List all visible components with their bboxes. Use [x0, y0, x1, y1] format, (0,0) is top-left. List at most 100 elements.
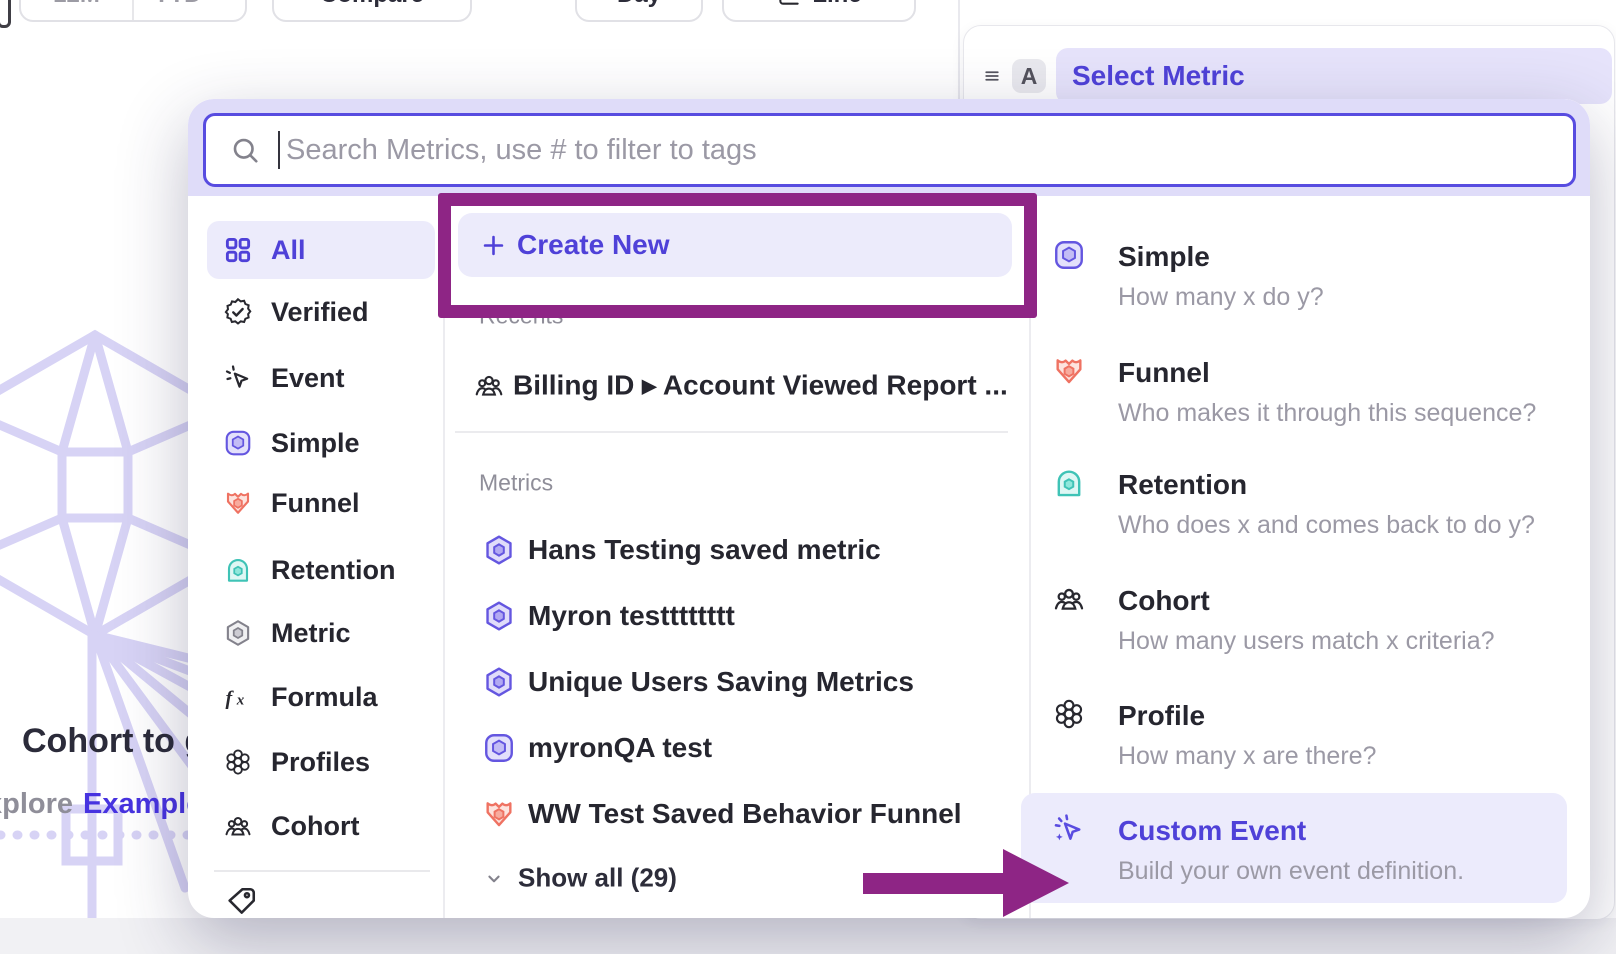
saved-metric-label: Myron testttttttt [528, 600, 735, 632]
metric-type-description: How many users match x criteria? [1118, 621, 1495, 662]
date-range-segmented-control: 12M YTD [19, 0, 247, 22]
metric-type-item[interactable]: Funnel Who makes it through this sequenc… [1052, 353, 1567, 434]
saved-metric-label: myronQA test [528, 732, 712, 764]
cohort-icon [473, 369, 505, 401]
sidebar-filter-item[interactable]: Profiles [207, 733, 435, 791]
custom-event-icon [1052, 812, 1086, 846]
metric-type-description: How many x do y? [1118, 277, 1324, 318]
sidebar-filter-item[interactable]: fx Formula [207, 668, 435, 726]
metrics-header: Metrics [479, 470, 553, 497]
create-new-button[interactable]: Create New [458, 213, 1012, 277]
metric-type-description: Who does x and comes back to do y? [1118, 505, 1535, 546]
screen: Cohort to ge xploreExample 12M YTD Compa… [0, 0, 1616, 954]
search-box [203, 113, 1576, 187]
search-icon [230, 135, 260, 165]
chevron-down-icon [210, 0, 226, 3]
metric-type-item[interactable]: Retention Who does x and comes back to d… [1052, 465, 1567, 546]
metric-purple-icon [482, 665, 516, 699]
clipped-button-fragment [0, 0, 11, 28]
metric-type-title: Cohort [1118, 581, 1495, 621]
show-all-button[interactable]: Show all (29) [483, 863, 677, 894]
saved-metric-label: Hans Testing saved metric [528, 534, 881, 566]
recents-header: Recents [479, 303, 563, 330]
metric-purple-icon [482, 533, 516, 567]
simple-icon [223, 428, 253, 458]
sidebar-section-divider [214, 870, 430, 872]
metric-icon [223, 618, 253, 648]
sidebar-filter-item[interactable]: Funnel [207, 474, 435, 532]
metric-type-title: Retention [1118, 465, 1535, 505]
metric-type-item[interactable]: Profile How many x are there? [1052, 696, 1567, 777]
day-label: Day [617, 0, 661, 9]
sidebar-filter-item[interactable]: Cohort [207, 797, 435, 855]
metric-purple-icon [482, 599, 516, 633]
metric-type-item[interactable]: Custom Event Build your own event defini… [1052, 811, 1567, 892]
range-ytd-label: YTD [154, 0, 202, 9]
metric-type-title: Funnel [1118, 353, 1536, 393]
compare-button[interactable]: Compare [272, 0, 472, 22]
text-caret [278, 131, 280, 169]
cohort-icon [223, 811, 253, 841]
retention-icon [223, 555, 253, 585]
metric-type-item[interactable]: Simple How many x do y? [1052, 237, 1567, 318]
cohort-icon [1052, 582, 1086, 616]
sidebar-filter-item[interactable]: Retention [207, 541, 435, 599]
saved-metric-item[interactable]: Unique Users Saving Metrics [482, 665, 914, 699]
sidebar-filter-label: Metric [271, 618, 351, 649]
metric-type-description: Who makes it through this sequence? [1118, 393, 1536, 434]
recent-item[interactable]: Billing ID ▸ Account Viewed Report ... [473, 369, 1008, 402]
chevron-down-icon [483, 867, 505, 889]
create-new-label: Create New [517, 229, 670, 261]
formula-icon: fx [223, 682, 253, 712]
sidebar-filter-item[interactable]: Verified [207, 283, 435, 341]
metric-picker-modal: All Verified Event Simple Funnel Retenti… [188, 99, 1590, 918]
saved-metric-label: Unique Users Saving Metrics [528, 666, 914, 698]
sidebar-filter-item[interactable]: All [207, 221, 435, 279]
background-explore-line: xplore Example [0, 788, 202, 821]
metric-type-item[interactable]: Cohort How many users match x criteria? [1052, 581, 1567, 662]
recent-item-label: Billing ID ▸ Account Viewed Report ... [513, 369, 1008, 402]
range-12m-button[interactable]: 12M [21, 0, 132, 20]
funnel-icon [1052, 354, 1086, 388]
metric-type-title: Custom Event [1118, 811, 1464, 851]
saved-metric-item[interactable]: WW Test Saved Behavior Funnel [482, 797, 962, 831]
simple-icon [1052, 238, 1086, 272]
compare-label: Compare [320, 0, 424, 9]
drag-handle-icon[interactable] [982, 66, 1002, 86]
range-ytd-button[interactable]: YTD [132, 0, 245, 20]
sidebar-filter-label: Formula [271, 682, 378, 713]
example-link[interactable]: Example [83, 788, 202, 820]
sidebar-filter-label: Funnel [271, 488, 360, 519]
saved-metric-item[interactable]: Hans Testing saved metric [482, 533, 881, 567]
svg-text:f: f [226, 688, 235, 710]
metric-type-description: Build your own event definition. [1118, 851, 1464, 892]
explore-prefix-fragment: xplore [0, 788, 73, 820]
series-a-label: A [1021, 63, 1038, 90]
sidebar-filter-label: Cohort [271, 811, 359, 842]
saved-metric-item[interactable]: Myron testttttttt [482, 599, 735, 633]
saved-metric-item[interactable]: myronQA test [482, 731, 712, 765]
select-metric-label: Select Metric [1072, 60, 1245, 92]
funnel-icon [482, 797, 516, 831]
sidebar-filter-item[interactable]: Event [207, 349, 435, 407]
sidebar-filter-label: Simple [271, 428, 360, 459]
retention-icon [1052, 466, 1086, 500]
sidebar-filter-label: Retention [271, 555, 396, 586]
simple-icon [482, 731, 516, 765]
select-metric-button[interactable]: Select Metric [1056, 48, 1612, 104]
search-input[interactable] [284, 119, 1573, 181]
day-button[interactable]: Day [575, 0, 703, 22]
sidebar-filter-item[interactable]: Metric [207, 604, 435, 662]
plus-icon [480, 232, 507, 259]
line-chart-icon [776, 0, 802, 8]
svg-text:x: x [236, 693, 245, 709]
funnel-icon [223, 488, 253, 518]
show-all-label: Show all (29) [518, 863, 677, 894]
verified-icon [223, 297, 253, 327]
line-chart-type-button[interactable]: Line [722, 0, 916, 22]
saved-metric-label: WW Test Saved Behavior Funnel [528, 798, 962, 830]
sidebar-filter-label: Profiles [271, 747, 370, 778]
sidebar-filter-item[interactable]: Simple [207, 414, 435, 472]
profiles-icon [1052, 697, 1086, 731]
tag-icon[interactable] [224, 885, 258, 918]
